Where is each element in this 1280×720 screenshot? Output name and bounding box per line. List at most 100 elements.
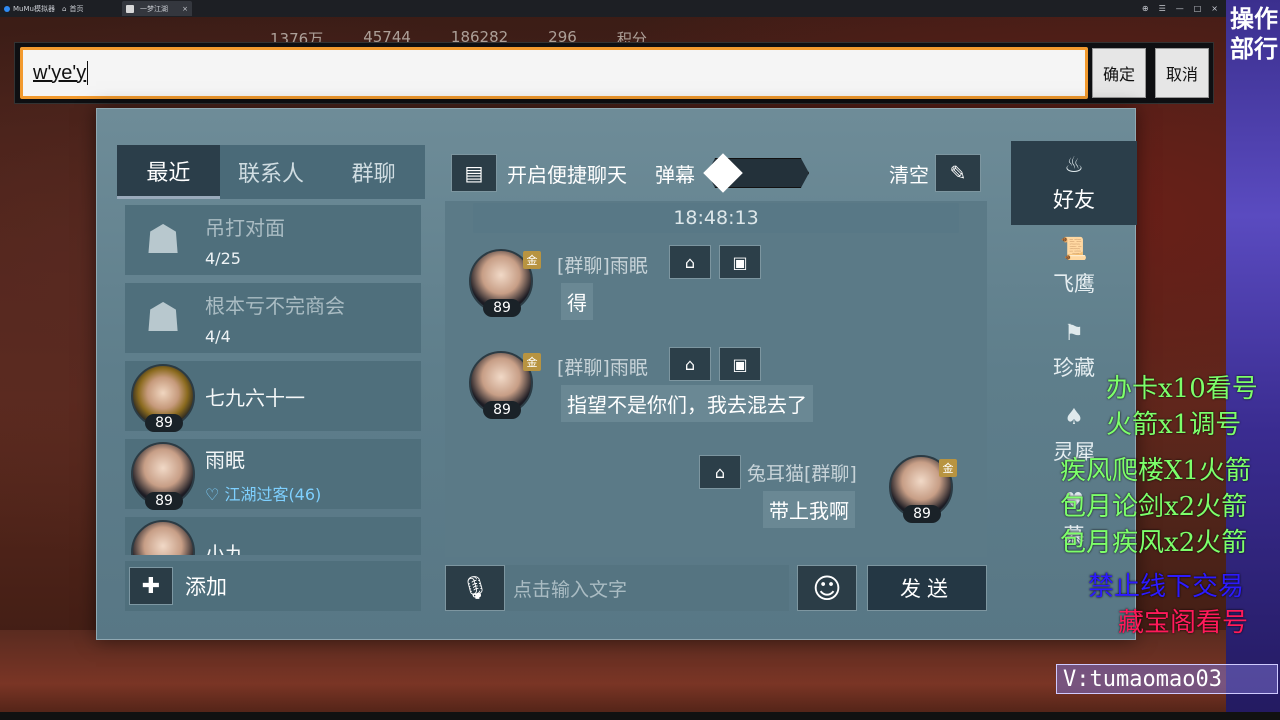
contact-guild: ♡ 江湖过客(46) xyxy=(205,484,322,504)
chat-toolbar: ▤ 开启便捷聊天 弹幕 清空 ✎ xyxy=(451,151,981,195)
tab-friends[interactable]: ♨ 好友 xyxy=(1011,141,1137,225)
contact-item[interactable]: ☗ 根本亏不完商会 4/4 xyxy=(125,283,421,353)
danmu-toggle[interactable] xyxy=(703,153,813,193)
avatar: 89 xyxy=(131,442,195,510)
emulator-home-tab[interactable]: ⌂ 首页 xyxy=(62,4,122,14)
tab-recent[interactable]: 最近 xyxy=(117,145,220,199)
smiley-icon: ☺ xyxy=(812,571,842,605)
eraser-icon[interactable]: ✎ xyxy=(935,154,981,192)
close-window-icon[interactable]: × xyxy=(1211,4,1218,13)
contact-watermark: V:tumaomao03 xyxy=(1056,664,1278,694)
message-sender: [群聊]雨眠 xyxy=(557,255,648,277)
promo-line: 禁止线下交易 xyxy=(1088,572,1245,602)
home-icon: ⌂ xyxy=(62,4,67,13)
chat-messages: 18:48:13 89 金 [群聊]雨眠 ⌂ ▣ 得 89 金 [群聊]雨眠 ⌂… xyxy=(445,201,987,557)
text-entry-field[interactable]: w'ye'y xyxy=(20,47,1088,99)
contact-item[interactable]: 89 雨眠 ♡ 江湖过客(46) xyxy=(125,439,421,510)
contact-member-count: 4/25 xyxy=(205,249,241,268)
emulator-game-tab[interactable]: 一梦江湖 × xyxy=(122,1,192,16)
avatar xyxy=(131,520,195,555)
bottom-edge xyxy=(0,712,1280,720)
emulator-titlebar: MuMu模拟器 ⌂ 首页 一梦江湖 × ⊕ ☰ — □ × xyxy=(0,0,1226,17)
contact-list: ☗ 吊打对面 4/25 ☗ 根本亏不完商会 4/4 89 七九六十一 89 雨眠… xyxy=(125,205,421,555)
danmu-label: 弹幕 xyxy=(655,162,695,187)
flag-icon: ⚑ xyxy=(1064,320,1084,346)
game-tab-icon xyxy=(126,4,134,13)
confirm-button[interactable]: 确定 xyxy=(1092,48,1146,98)
level-badge: 89 xyxy=(483,299,521,317)
house-icon[interactable]: ⌂ xyxy=(669,347,711,381)
tab-close-icon[interactable]: × xyxy=(182,5,188,13)
tab-label: 好友 xyxy=(1053,187,1095,212)
notification-icon[interactable]: ⊕ xyxy=(1142,4,1149,13)
emulator-app-name: MuMu模拟器 xyxy=(13,4,55,13)
chat-timestamp: 18:48:13 xyxy=(473,203,959,233)
emoji-button[interactable]: ☺ xyxy=(797,565,857,611)
message-bubble: 得 xyxy=(561,283,593,320)
promo-line: 包月论剑x2火箭 xyxy=(1060,492,1248,522)
chat-category-tabs: 最近 联系人 群聊 xyxy=(117,145,425,199)
chat-message: 89 金 [群聊]雨眠 ⌂ ▣ 指望不是你们，我去混去了 xyxy=(469,347,889,427)
add-user-icon: ✚ xyxy=(129,567,173,605)
vip-tag: 金 xyxy=(523,353,541,371)
vip-tag: 金 xyxy=(523,251,541,269)
emulator-home-label: 首页 xyxy=(69,4,84,13)
tab-label: 珍藏 xyxy=(1053,355,1095,380)
contact-guild-name: 江湖过客(46) xyxy=(224,484,322,504)
promo-line: 疾风爬楼X1火箭 xyxy=(1060,456,1252,486)
promo-line: 包月疾风x2火箭 xyxy=(1060,528,1248,558)
level-badge: 89 xyxy=(145,492,183,510)
profile-card-icon[interactable]: ▣ xyxy=(719,347,761,381)
contact-item[interactable]: 89 七九六十一 xyxy=(125,361,421,432)
overlay-top-text: 操作 部行 xyxy=(1230,5,1278,63)
send-button[interactable]: 发送 xyxy=(867,565,987,611)
tab-group-chat[interactable]: 群聊 xyxy=(322,145,425,199)
quick-chat-label[interactable]: 开启便捷聊天 xyxy=(507,159,627,188)
text-caret xyxy=(87,61,89,85)
profile-card-icon[interactable]: ▣ xyxy=(719,245,761,279)
contact-name: 七九六十一 xyxy=(205,385,305,410)
maximize-icon[interactable]: □ xyxy=(1194,4,1202,13)
microphone-button[interactable]: 🎙 xyxy=(445,565,505,611)
contact-item[interactable]: 小九 xyxy=(125,517,421,555)
house-icon[interactable]: ⌂ xyxy=(699,455,741,489)
level-badge: 89 xyxy=(903,505,941,523)
avatar: 89 xyxy=(131,364,195,432)
contact-item[interactable]: ☗ 吊打对面 4/25 xyxy=(125,205,421,275)
chat-input-field[interactable]: 点击输入文字 xyxy=(505,565,789,611)
message-sender: [群聊]雨眠 xyxy=(557,357,648,379)
tab-contacts[interactable]: 联系人 xyxy=(220,145,323,199)
add-label: 添加 xyxy=(185,575,227,599)
microphone-icon: 🎙 xyxy=(461,575,489,601)
teapot-icon: ♨ xyxy=(1064,152,1084,178)
contact-name: 小九 xyxy=(205,541,245,556)
contact-name: 根本亏不完商会 xyxy=(205,294,345,318)
message-bubble: 指望不是你们，我去混去了 xyxy=(561,385,813,422)
add-contact-button[interactable]: ✚ 添加 xyxy=(125,561,421,611)
chat-message-self: ⌂ 兔耳猫[群聊] 带上我啊 89 金 xyxy=(695,451,975,531)
tab-flying-eagle[interactable]: 📜 飞鹰 xyxy=(1011,225,1137,309)
minimize-icon[interactable]: — xyxy=(1176,4,1184,13)
scroll-icon: 📜 xyxy=(1060,236,1088,262)
group-chat-icon: ☗ xyxy=(145,217,181,263)
cancel-button[interactable]: 取消 xyxy=(1155,48,1209,98)
message-bubble: 带上我啊 xyxy=(763,491,855,528)
quick-chat-icon[interactable]: ▤ xyxy=(451,154,497,192)
clear-label[interactable]: 清空 xyxy=(889,159,929,188)
contact-name: 吊打对面 xyxy=(205,216,285,240)
menu-icon[interactable]: ☰ xyxy=(1159,4,1166,13)
lantern-icon: ♠ xyxy=(1064,404,1084,430)
level-badge: 89 xyxy=(483,401,521,419)
chat-input-placeholder: 点击输入文字 xyxy=(513,578,628,601)
text-entry-bar: w'ye'y 确定 取消 xyxy=(14,42,1214,104)
group-chat-icon: ☗ xyxy=(145,295,181,341)
vip-tag: 金 xyxy=(939,459,957,477)
promo-line: 火箭x1调号 xyxy=(1106,410,1242,440)
chat-panel: 最近 联系人 群聊 ☗ 吊打对面 4/25 ☗ 根本亏不完商会 4/4 89 七… xyxy=(96,108,1137,640)
house-icon[interactable]: ⌂ xyxy=(669,245,711,279)
chat-message: 89 金 [群聊]雨眠 ⌂ ▣ 得 xyxy=(469,245,869,325)
message-sender: 兔耳猫[群聊] xyxy=(747,463,857,485)
emulator-brand: MuMu模拟器 xyxy=(0,4,62,14)
emulator-window-controls: ⊕ ☰ — □ × xyxy=(1142,4,1226,13)
contact-name: 雨眠 xyxy=(205,447,245,472)
